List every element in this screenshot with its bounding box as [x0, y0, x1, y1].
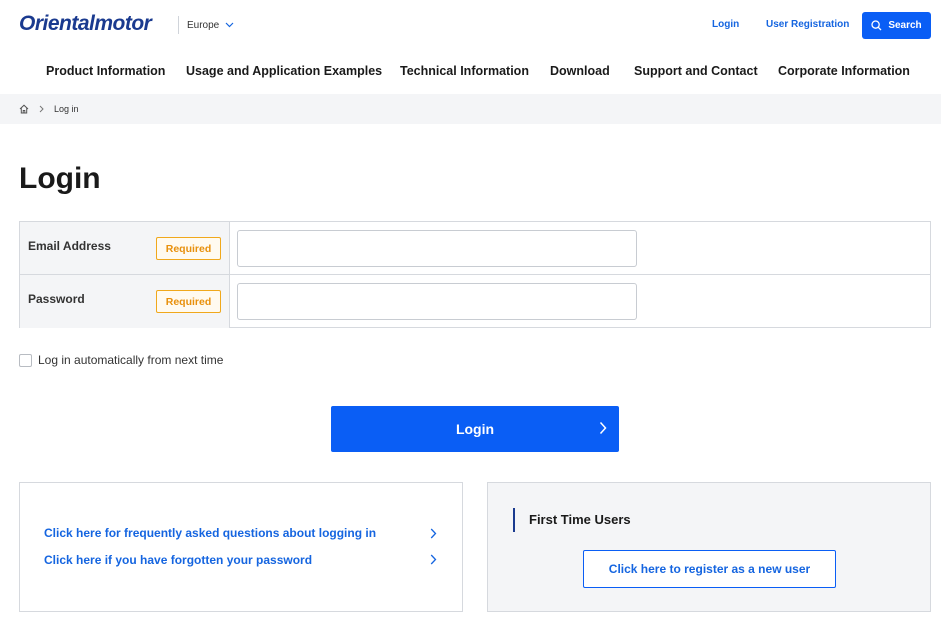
help-panel: Click here for frequently asked question… — [19, 482, 463, 612]
search-icon — [871, 20, 882, 31]
email-row: Email Address Required — [20, 222, 930, 275]
chevron-right-icon — [599, 421, 607, 435]
breadcrumb-current: Log in — [54, 104, 79, 114]
page-title: Login — [19, 162, 101, 195]
header-login-link[interactable]: Login — [712, 19, 739, 30]
required-badge: Required — [156, 237, 221, 260]
password-label: Password — [28, 292, 85, 306]
register-new-user-button[interactable]: Click here to register as a new user — [583, 550, 836, 588]
chevron-right-icon[interactable] — [430, 554, 437, 565]
chevron-right-icon[interactable] — [430, 528, 437, 539]
auto-login-label: Log in automatically from next time — [38, 353, 224, 367]
required-badge: Required — [156, 290, 221, 313]
login-button[interactable]: Login — [331, 406, 619, 452]
password-field[interactable] — [237, 283, 637, 320]
logo[interactable]: Orientalmotor — [19, 12, 152, 36]
forgot-password-link[interactable]: Click here if you have forgotten your pa… — [44, 553, 312, 567]
header: Orientalmotor Europe Login User Registra… — [0, 0, 941, 50]
email-field[interactable] — [237, 230, 637, 267]
search-button[interactable]: Search — [862, 12, 931, 39]
region-label: Europe — [187, 19, 220, 31]
auto-login-checkbox[interactable] — [19, 353, 32, 367]
header-register-link[interactable]: User Registration — [766, 19, 849, 30]
nav-corporate-information[interactable]: Corporate Information — [778, 64, 910, 78]
first-time-users-panel: First Time Users Click here to register … — [487, 482, 931, 612]
nav-usage-examples[interactable]: Usage and Application Examples — [186, 64, 382, 78]
chevron-down-icon — [225, 22, 234, 28]
faq-login-link[interactable]: Click here for frequently asked question… — [44, 526, 376, 540]
nav-download[interactable]: Download — [550, 64, 610, 78]
first-time-users-title: First Time Users — [513, 508, 631, 532]
auto-login-option[interactable]: Log in automatically from next time — [19, 353, 223, 367]
password-label-cell: Password Required — [20, 275, 230, 328]
region-selector[interactable]: Europe — [178, 16, 234, 34]
home-icon[interactable] — [19, 104, 29, 114]
login-button-label: Login — [455, 421, 495, 437]
breadcrumb: Log in — [0, 94, 941, 124]
nav-product-information[interactable]: Product Information — [46, 64, 165, 78]
main-nav: Product Information Usage and Applicatio… — [0, 58, 941, 84]
login-form: Email Address Required Password Required — [19, 221, 931, 328]
email-label-cell: Email Address Required — [20, 222, 230, 274]
search-label: Search — [888, 20, 922, 31]
password-row: Password Required — [20, 275, 930, 328]
nav-support-contact[interactable]: Support and Contact — [634, 64, 758, 78]
nav-technical-information[interactable]: Technical Information — [400, 64, 529, 78]
email-label: Email Address — [28, 239, 111, 253]
chevron-right-icon — [39, 105, 44, 113]
